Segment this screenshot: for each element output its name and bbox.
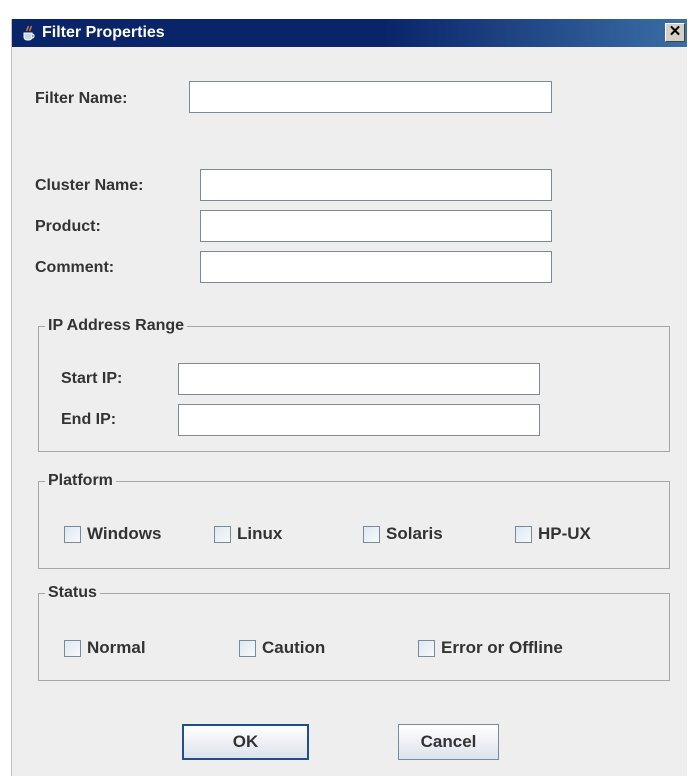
end-ip-label: End IP: [61,411,117,428]
status-error-offline-checkbox[interactable]: Error or Offline [418,637,563,659]
cluster-name-label: Cluster Name: [35,177,144,194]
status-group: Status Normal Caution Error or Offline [38,582,670,681]
checkbox-box[interactable] [214,525,231,543]
checkbox-label: Error or Offline [441,638,563,657]
status-legend: Status [45,582,100,604]
checkbox-box[interactable] [64,525,81,543]
filter-properties-dialog: Filter Properties ✕ Filter Name: Cluster… [11,19,687,776]
ip-address-range-group: IP Address Range Start IP: End IP: [38,315,670,452]
platform-windows-checkbox[interactable]: Windows [64,523,161,545]
product-input[interactable] [200,210,552,242]
checkbox-box[interactable] [418,639,435,657]
checkbox-label: Solaris [386,524,443,543]
ip-address-range-legend: IP Address Range [45,315,188,337]
status-caution-checkbox[interactable]: Caution [239,637,325,659]
platform-linux-checkbox[interactable]: Linux [214,523,282,545]
end-ip-input[interactable] [178,404,540,436]
status-normal-checkbox[interactable]: Normal [64,637,146,659]
start-ip-label: Start IP: [61,370,123,387]
java-cup-icon [20,24,38,42]
platform-group: Platform Windows Linux Solaris HP-UX [38,470,670,569]
platform-legend: Platform [45,470,116,492]
checkbox-label: Linux [237,524,283,543]
checkbox-label: Windows [87,524,162,543]
checkbox-label: Normal [87,638,146,657]
close-button[interactable]: ✕ [665,23,685,42]
checkbox-box[interactable] [239,639,256,657]
product-label: Product: [35,218,101,235]
filter-name-input[interactable] [189,81,552,113]
title-bar[interactable]: Filter Properties ✕ [12,19,687,47]
dialog-title: Filter Properties [42,24,165,41]
comment-input[interactable] [200,251,552,283]
checkbox-label: HP-UX [538,524,591,543]
platform-hpux-checkbox[interactable]: HP-UX [515,523,591,545]
comment-label: Comment: [35,259,115,276]
platform-solaris-checkbox[interactable]: Solaris [363,523,443,545]
cancel-button[interactable]: Cancel [398,724,499,760]
checkbox-box[interactable] [515,525,532,543]
checkbox-label: Caution [262,638,326,657]
filter-name-label: Filter Name: [35,90,128,107]
cluster-name-input[interactable] [200,169,552,201]
checkbox-box[interactable] [64,639,81,657]
ok-button[interactable]: OK [182,724,309,760]
close-icon: ✕ [668,23,682,40]
checkbox-box[interactable] [363,525,380,543]
start-ip-input[interactable] [178,363,540,395]
